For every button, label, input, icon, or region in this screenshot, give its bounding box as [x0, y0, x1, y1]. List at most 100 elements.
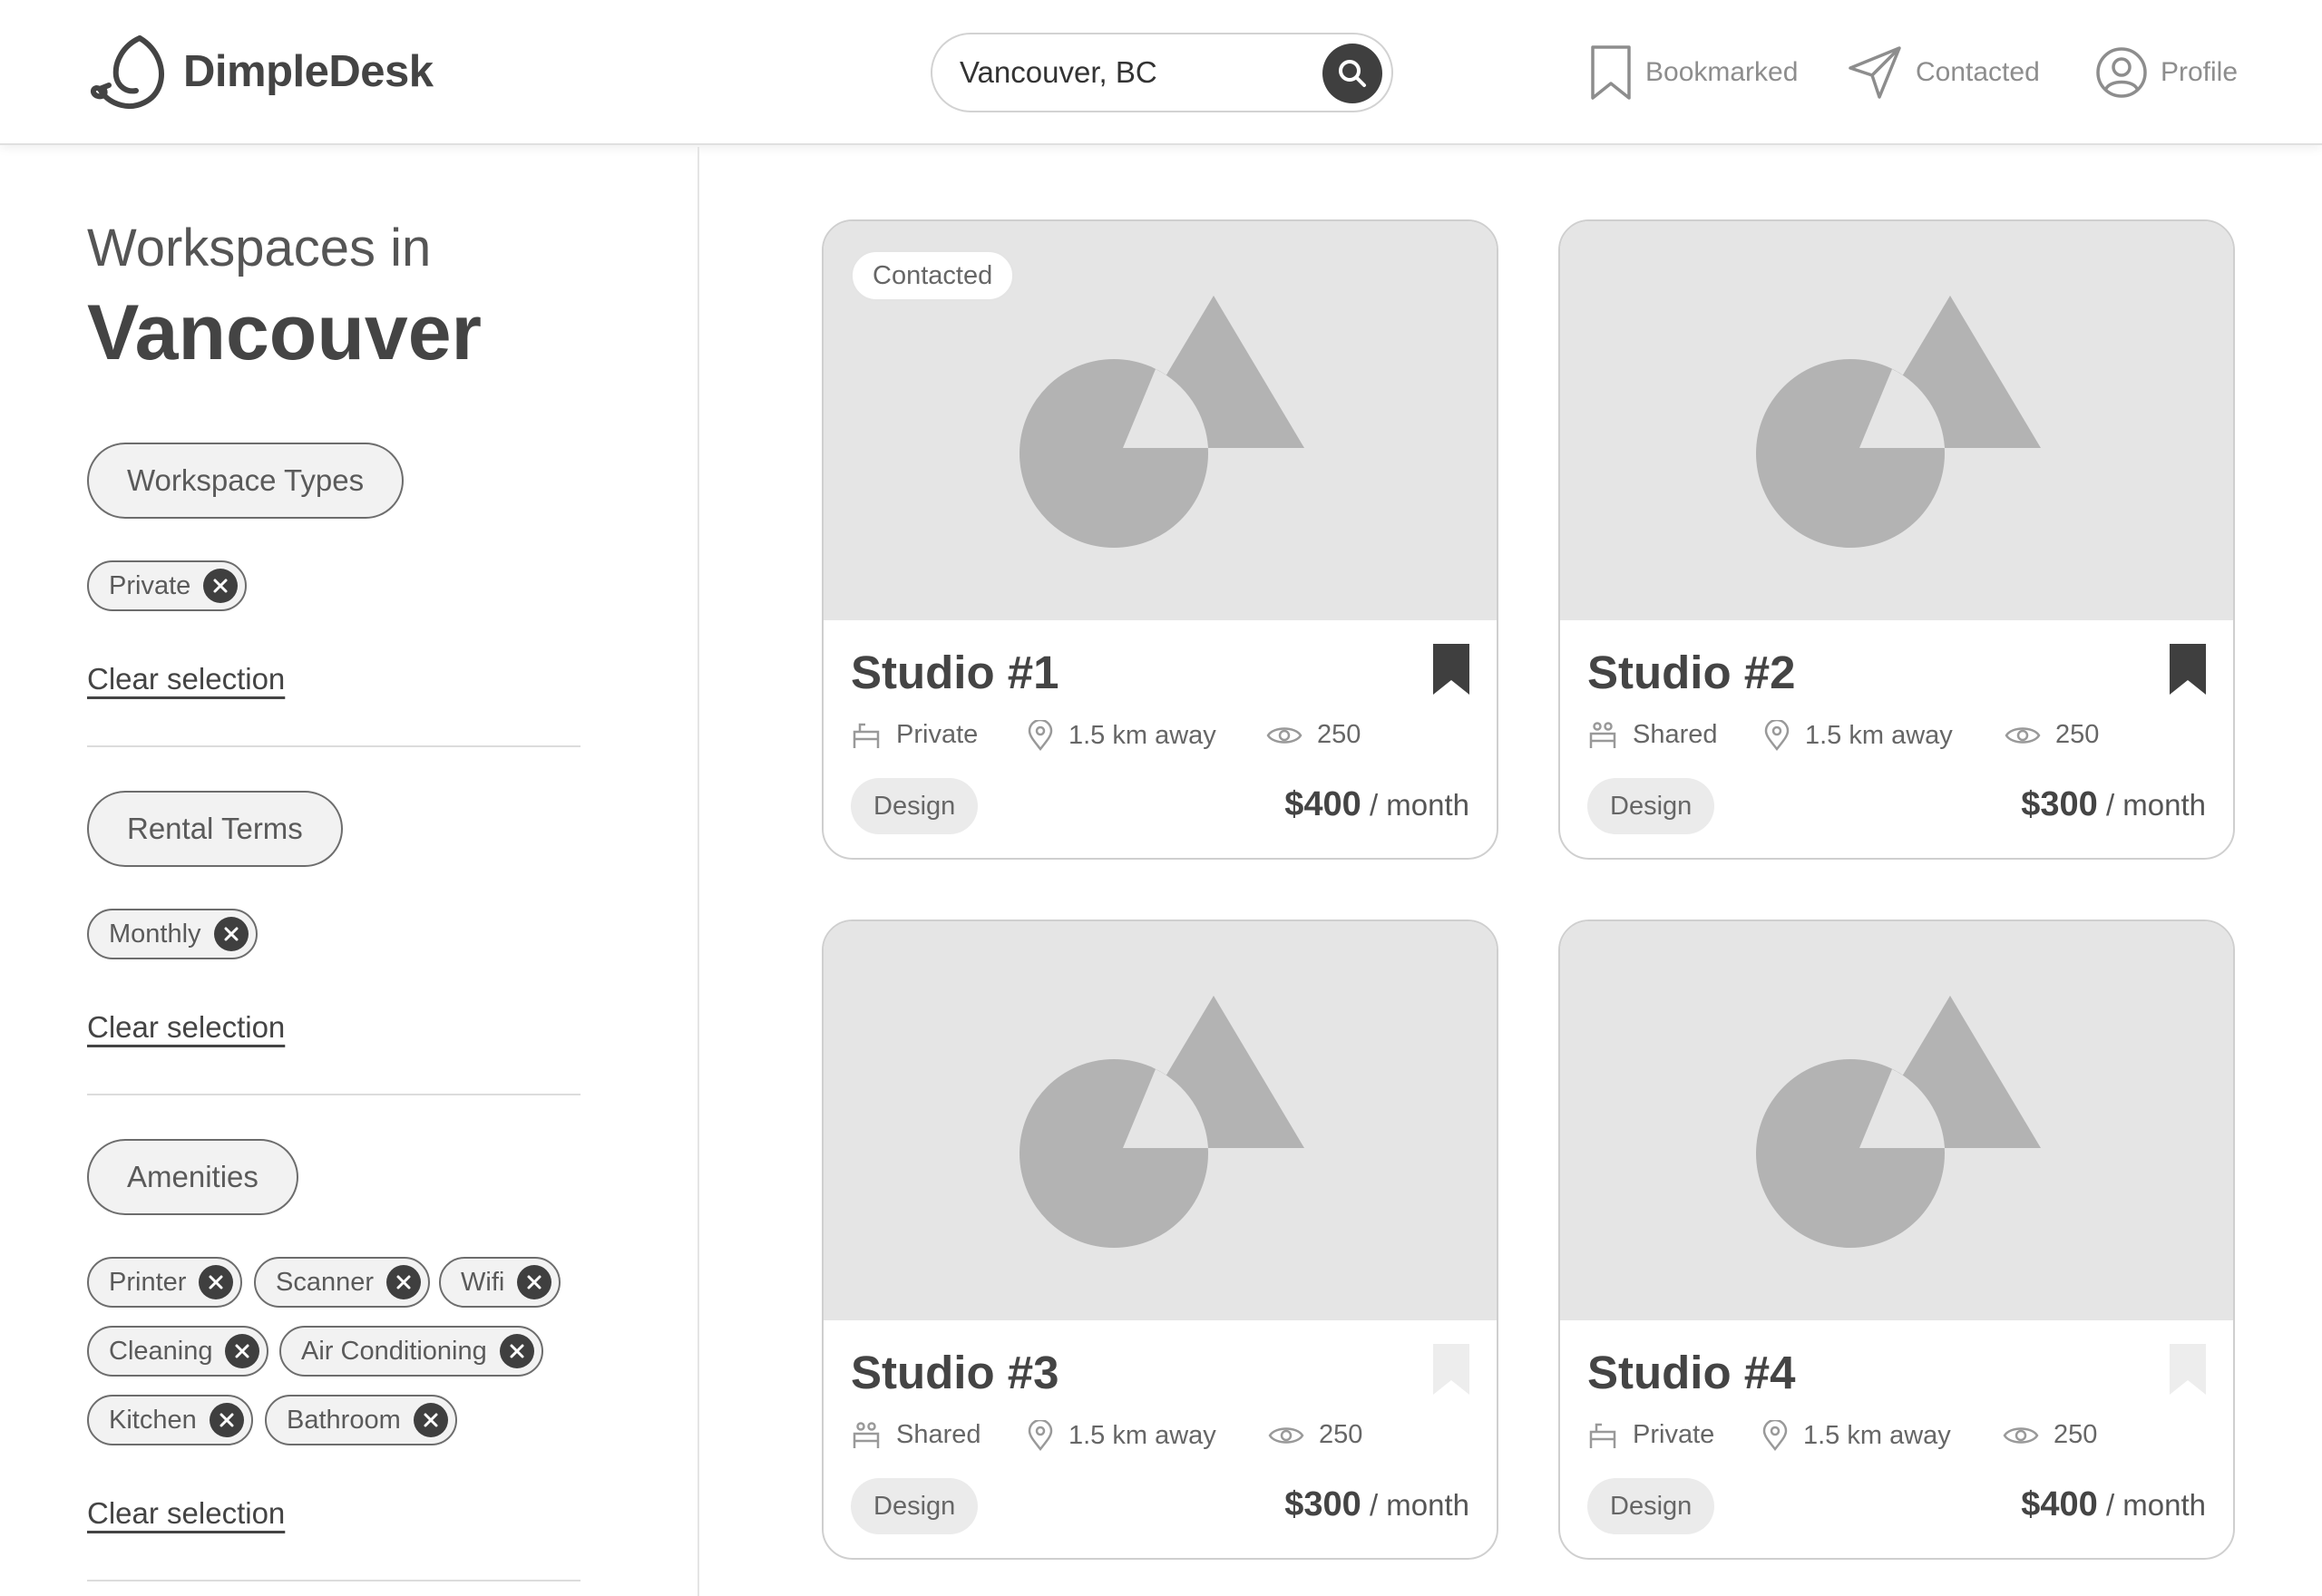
listing-title: Studio #1	[851, 647, 1059, 698]
nav-contacted[interactable]: Contacted	[1847, 40, 2040, 105]
page-subtitle: Workspaces in	[87, 219, 432, 277]
nav-bookmarked-label: Bookmarked	[1645, 57, 1799, 87]
category-tag: Design	[1587, 778, 1715, 834]
workspace-type: Shared	[851, 1420, 981, 1450]
remove-chip-button[interactable]	[209, 1403, 244, 1437]
nav-bookmarked[interactable]: Bookmarked	[1589, 40, 1798, 105]
location-pin-icon	[1028, 1420, 1053, 1451]
listing-price: $300 / month	[2021, 785, 2206, 824]
clear-selection-link[interactable]: Clear selection	[87, 1010, 285, 1045]
workspace-type-label: Private	[1633, 1420, 1715, 1449]
close-icon	[510, 1344, 524, 1358]
chip-label: Printer	[109, 1267, 187, 1297]
eye-icon	[1268, 1426, 1304, 1444]
chip-label: Private	[109, 570, 191, 600]
remove-chip-button[interactable]	[413, 1403, 448, 1437]
page-title: Vancouver	[87, 289, 482, 376]
distance: 1.5 km away	[1763, 720, 1953, 751]
location-pin-icon	[1764, 720, 1790, 751]
price-amount: $400	[1284, 785, 1361, 823]
top-navbar: DimpleDesk Bookmarked Contacted Profile	[0, 0, 2322, 145]
remove-chip-button[interactable]	[203, 569, 239, 603]
bookmark-toggle[interactable]	[1431, 642, 1471, 701]
listing-card[interactable]: Contacted Studio #1 Private 1.5 km away …	[822, 219, 1498, 860]
price-period: / month	[1369, 788, 1469, 822]
bookmark-filled-icon	[1433, 644, 1469, 695]
remove-chip-button[interactable]	[199, 1265, 234, 1299]
filter-chip: Air Conditioning	[279, 1326, 543, 1377]
views: 250	[1266, 720, 1361, 750]
listing-title: Studio #3	[851, 1347, 1059, 1398]
search-input[interactable]	[960, 51, 1304, 94]
desk-icon	[1589, 1423, 1616, 1448]
logo-icon	[91, 35, 164, 109]
distance-label: 1.5 km away	[1068, 720, 1216, 750]
listing-title: Studio #2	[1587, 647, 1796, 698]
user-circle-icon	[2096, 47, 2147, 98]
filter-rental-terms-button[interactable]: Rental Terms	[87, 791, 343, 867]
distance-label: 1.5 km away	[1805, 720, 1953, 750]
nav-profile-label: Profile	[2161, 57, 2239, 87]
filter-chip: Private	[87, 560, 248, 611]
listing-image-placeholder	[1560, 221, 2233, 620]
workspace-type: Shared	[1587, 720, 1718, 750]
listing-price: $400 / month	[1284, 785, 1469, 824]
close-icon	[396, 1275, 411, 1289]
views-count: 250	[1317, 720, 1361, 749]
remove-chip-button[interactable]	[213, 917, 249, 951]
bookmark-outline-icon	[1433, 1344, 1469, 1395]
sidebar-divider	[698, 147, 699, 1596]
distance: 1.5 km away	[1027, 720, 1216, 751]
price-period: / month	[1369, 1488, 1469, 1522]
bookmark-toggle[interactable]	[2168, 642, 2208, 701]
nav-contacted-label: Contacted	[1916, 57, 2040, 87]
category-tag: Design	[851, 778, 979, 834]
clear-selection-link[interactable]: Clear selection	[87, 1496, 285, 1531]
section-divider	[87, 1094, 580, 1095]
search-button[interactable]	[1322, 44, 1382, 103]
filter-amenities-button[interactable]: Amenities	[87, 1139, 298, 1215]
bookmark-toggle[interactable]	[1431, 1342, 1471, 1401]
workspace-type: Private	[1587, 1420, 1714, 1450]
listing-title: Studio #4	[1587, 1347, 1796, 1398]
search-icon	[1339, 60, 1366, 87]
bookmark-outline-icon	[2170, 1344, 2206, 1395]
listing-card[interactable]: Studio #3 Shared 1.5 km away 250 Design …	[822, 920, 1498, 1560]
close-icon	[213, 579, 228, 593]
category-tag: Design	[1587, 1478, 1715, 1534]
image-placeholder-icon	[1756, 996, 2041, 1248]
image-placeholder-icon	[1756, 296, 2041, 548]
listing-card[interactable]: Studio #2 Shared 1.5 km away 250 Design …	[1558, 219, 2235, 860]
distance-label: 1.5 km away	[1068, 1420, 1216, 1450]
views-count: 250	[2054, 1420, 2098, 1449]
bookmark-icon	[1591, 45, 1631, 100]
price-period: / month	[2105, 788, 2206, 822]
price-amount: $300	[1284, 1485, 1361, 1523]
listing-card[interactable]: Studio #4 Private 1.5 km away 250 Design…	[1558, 920, 2235, 1560]
distance: 1.5 km away	[1761, 1420, 1951, 1451]
section-divider	[87, 745, 580, 747]
clear-selection-link[interactable]: Clear selection	[87, 662, 285, 696]
image-placeholder-icon	[1020, 296, 1304, 548]
image-placeholder-icon	[1020, 996, 1304, 1248]
remove-chip-button[interactable]	[225, 1334, 260, 1368]
nav-profile[interactable]: Profile	[2095, 40, 2238, 105]
remove-chip-button[interactable]	[517, 1265, 552, 1299]
remove-chip-button[interactable]	[499, 1334, 534, 1368]
filter-workspace-types-button[interactable]: Workspace Types	[87, 443, 405, 519]
close-icon	[209, 1275, 223, 1289]
chip-label: Monthly	[109, 919, 201, 949]
chip-label: Kitchen	[109, 1405, 197, 1435]
eye-icon	[1266, 726, 1302, 744]
bookmark-toggle[interactable]	[2168, 1342, 2208, 1401]
distance: 1.5 km away	[1027, 1420, 1216, 1451]
brand-logo[interactable]: DimpleDesk	[87, 33, 434, 111]
listing-price: $400 / month	[2021, 1485, 2206, 1524]
listing-image-placeholder	[1560, 921, 2233, 1320]
shared-desk-icon	[853, 1421, 880, 1448]
filter-chip: Monthly	[87, 909, 258, 959]
filter-chip: Scanner	[254, 1257, 431, 1308]
chip-label: Scanner	[276, 1267, 375, 1297]
views: 250	[1268, 1420, 1362, 1450]
remove-chip-button[interactable]	[386, 1265, 422, 1299]
